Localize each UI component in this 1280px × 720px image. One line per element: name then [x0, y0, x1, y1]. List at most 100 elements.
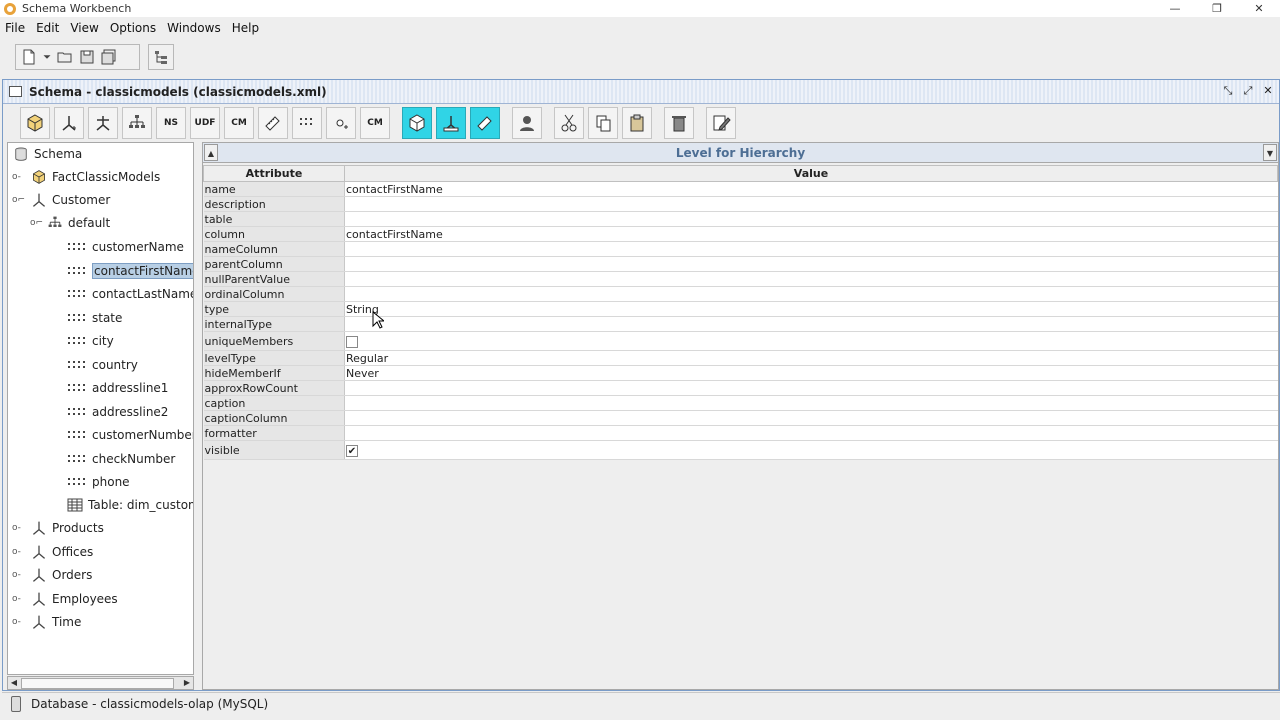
- tree-expand-handle[interactable]: o-: [12, 570, 21, 580]
- cut-button[interactable]: [554, 107, 584, 139]
- minimize-button[interactable]: —: [1154, 0, 1196, 17]
- new-dropdown-button[interactable]: [40, 46, 54, 68]
- tree-label: addressline2: [92, 404, 169, 419]
- add-dimension-usage-button[interactable]: [88, 107, 118, 139]
- tree-expand-handle[interactable]: o-: [12, 172, 21, 182]
- open-button[interactable]: [54, 46, 76, 68]
- header-dropdown-button[interactable]: ▼: [1263, 144, 1277, 161]
- scroll-right-icon[interactable]: ▶: [181, 677, 193, 689]
- menu-windows[interactable]: Windows: [167, 21, 221, 35]
- file-toolbar-group: [15, 44, 140, 70]
- tree-node-cube[interactable]: o- FactClassicModels: [12, 167, 160, 187]
- tree-node-level[interactable]: addressline1: [66, 378, 168, 398]
- property-value-cell[interactable]: [344, 410, 1278, 426]
- add-udf-button[interactable]: UDF: [190, 107, 220, 139]
- paste-button[interactable]: [622, 107, 652, 139]
- add-named-set-button[interactable]: NS: [156, 107, 186, 139]
- frame-close-button[interactable]: ✕: [1261, 84, 1275, 98]
- property-value-cell[interactable]: ✔: [344, 440, 1278, 460]
- tree-node-level[interactable]: customerName: [66, 237, 184, 257]
- property-value-cell[interactable]: [344, 196, 1278, 212]
- add-cube-button[interactable]: [20, 107, 50, 139]
- tree-node-level[interactable]: contactFirstName: [66, 261, 193, 281]
- tree-node-dimension[interactable]: o- Offices: [12, 542, 93, 562]
- property-value-cell[interactable]: [344, 395, 1278, 411]
- property-value-cell[interactable]: contactFirstName: [344, 226, 1278, 242]
- property-value-cell[interactable]: Never: [344, 365, 1278, 381]
- tree-node-dimension[interactable]: o- Time: [12, 612, 81, 632]
- tree-node-level[interactable]: customerNumber: [66, 425, 193, 445]
- tree-node-table[interactable]: Table: dim_custome: [66, 495, 193, 515]
- tree-expand-handle[interactable]: o⌐: [12, 195, 25, 205]
- property-value-cell[interactable]: [344, 380, 1278, 396]
- property-value-cell[interactable]: [344, 286, 1278, 302]
- menu-edit[interactable]: Edit: [36, 21, 59, 35]
- property-table: Attribute Value name contactFirstName desc…: [203, 165, 1278, 460]
- column-header-attribute[interactable]: Attribute: [203, 165, 345, 182]
- tree-expand-handle[interactable]: o-: [12, 523, 21, 533]
- tree-node-level[interactable]: phone: [66, 472, 130, 492]
- add-calculated-member-property-button[interactable]: CM: [360, 107, 390, 139]
- menu-options[interactable]: Options: [110, 21, 156, 35]
- tree-node-dimension[interactable]: o- Orders: [12, 565, 92, 585]
- property-value-cell[interactable]: [344, 331, 1278, 351]
- add-virtual-cube-button[interactable]: [402, 107, 432, 139]
- maximize-button[interactable]: ❐: [1196, 0, 1238, 17]
- scroll-thumb[interactable]: [21, 678, 174, 689]
- save-as-button[interactable]: [98, 46, 120, 68]
- tree-node-customer[interactable]: o⌐ Customer: [12, 190, 110, 210]
- visible-checkbox[interactable]: ✔: [346, 444, 358, 457]
- column-header-value[interactable]: Value: [344, 165, 1278, 182]
- add-level-button[interactable]: [292, 107, 322, 139]
- explorer-button[interactable]: [151, 46, 171, 68]
- tree-node-dimension[interactable]: o- Products: [12, 518, 104, 538]
- close-button[interactable]: ✕: [1238, 0, 1280, 17]
- property-value-cell[interactable]: Regular: [344, 350, 1278, 366]
- frame-maximize-button[interactable]: ⤢: [1241, 84, 1255, 98]
- property-value-cell[interactable]: [344, 425, 1278, 441]
- header-left-button[interactable]: ▲: [204, 144, 218, 161]
- add-virtual-dimension-button[interactable]: [436, 107, 466, 139]
- tree-expand-handle[interactable]: o-: [12, 547, 21, 557]
- property-attribute: hideMemberIf: [203, 365, 345, 381]
- uniqueMembers-checkbox[interactable]: [346, 335, 358, 348]
- scroll-left-icon[interactable]: ◀: [8, 677, 20, 689]
- add-hierarchy-button[interactable]: [122, 107, 152, 139]
- tree-node-dimension[interactable]: o- Employees: [12, 589, 118, 609]
- add-dimension-button[interactable]: [54, 107, 84, 139]
- add-measure-button[interactable]: [258, 107, 288, 139]
- edit-mode-button[interactable]: [706, 107, 736, 139]
- tree-node-level[interactable]: country: [66, 355, 138, 375]
- tree-node-hierarchy[interactable]: o⌐ default: [30, 213, 110, 233]
- property-value-cell[interactable]: [344, 271, 1278, 287]
- property-value-cell[interactable]: [344, 211, 1278, 227]
- add-virtual-measure-button[interactable]: [470, 107, 500, 139]
- copy-button[interactable]: [588, 107, 618, 139]
- delete-button[interactable]: [664, 107, 694, 139]
- tree-node-level[interactable]: checkNumber: [66, 449, 175, 469]
- new-button[interactable]: [18, 46, 40, 68]
- tree-node-schema[interactable]: Schema: [12, 144, 82, 164]
- tree-node-level[interactable]: addressline2: [66, 402, 168, 422]
- tree-expand-handle[interactable]: o-: [12, 617, 21, 627]
- menu-help[interactable]: Help: [232, 21, 259, 35]
- add-role-button[interactable]: [512, 107, 542, 139]
- tree-node-level[interactable]: city: [66, 331, 114, 351]
- property-value-cell[interactable]: contactFirstName: [344, 181, 1278, 197]
- menu-view[interactable]: View: [70, 21, 98, 35]
- menu-file[interactable]: File: [5, 21, 25, 35]
- tree-horizontal-scrollbar[interactable]: ◀ ▶: [7, 676, 194, 690]
- tree-expand-handle[interactable]: o⌐: [30, 218, 43, 228]
- property-value-cell[interactable]: String: [344, 301, 1278, 317]
- property-value-cell[interactable]: [344, 316, 1278, 332]
- add-calculated-member-button[interactable]: CM: [224, 107, 254, 139]
- property-value-cell[interactable]: [344, 256, 1278, 272]
- add-property-button[interactable]: [326, 107, 356, 139]
- save-button[interactable]: [76, 46, 98, 68]
- tree-expand-handle[interactable]: o-: [12, 594, 21, 604]
- property-attribute: type: [203, 301, 345, 317]
- tree-node-level[interactable]: state: [66, 308, 122, 328]
- tree-node-level[interactable]: contactLastName: [66, 284, 193, 304]
- frame-restore-button[interactable]: ⤡: [1221, 84, 1235, 98]
- property-value-cell[interactable]: [344, 241, 1278, 257]
